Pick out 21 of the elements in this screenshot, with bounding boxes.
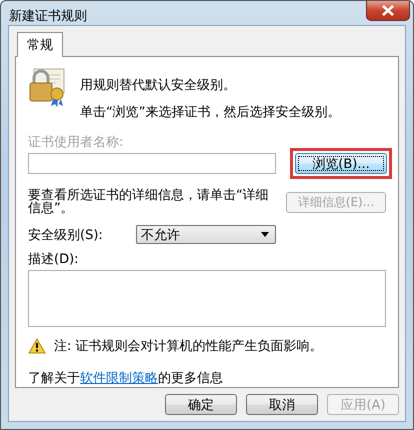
field-label: 证书使用者名称: — [28, 134, 124, 151]
dropdown-arrow-icon — [261, 232, 269, 237]
more-info-text: 了解关于软件限制策略的更多信息 — [28, 370, 224, 387]
window-title: 新建证书规则 — [9, 8, 87, 25]
security-level-dropdown[interactable]: 不允许 — [136, 225, 276, 244]
description-field[interactable] — [28, 270, 386, 327]
certificate-lock-icon — [28, 67, 66, 107]
dialog-button[interactable]: 取消 — [246, 394, 318, 415]
intro-text: 用规则替代默认安全级别。 — [80, 77, 237, 94]
close-button[interactable] — [366, 1, 410, 21]
tab[interactable]: 常规 — [17, 32, 63, 57]
description-label: 描述(D): — [28, 251, 80, 268]
subject-field[interactable] — [28, 153, 276, 174]
dialog-button[interactable]: 确定 — [165, 394, 237, 415]
details-hint: 要查看所选证书的详细信息，请单击“详细信息”。 — [28, 189, 270, 215]
warning-icon — [28, 338, 46, 354]
close-icon — [381, 5, 395, 16]
warning-text: 注: 证书规则会对计算机的性能产生负面影响。 — [54, 338, 323, 355]
policy-link[interactable]: 软件限制策略 — [80, 371, 158, 386]
intro-text: 单击“浏览”来选择证书，然后选择安全级别。 — [80, 104, 340, 121]
security-level-label: 安全级别(S): — [28, 226, 104, 244]
